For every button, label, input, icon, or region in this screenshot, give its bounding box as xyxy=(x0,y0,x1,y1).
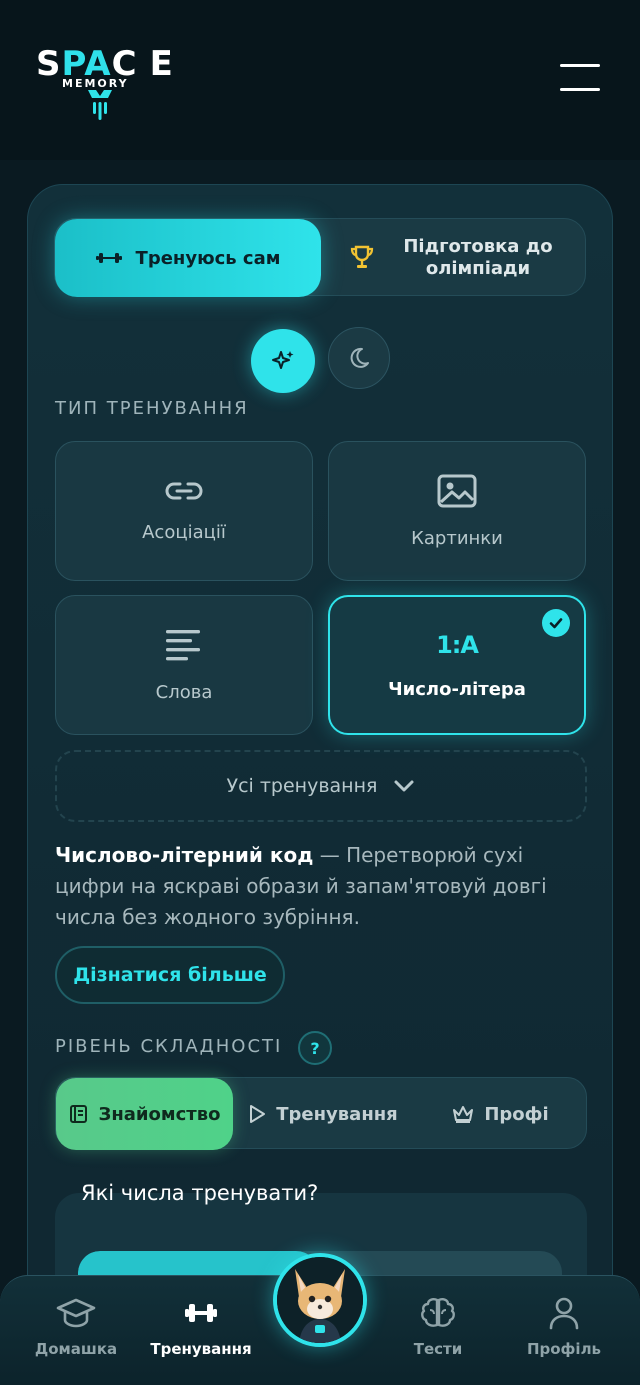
space-memory-logo[interactable]: SPAC E MEMORY xyxy=(36,44,173,124)
description-title: Числово-літерний код xyxy=(55,843,314,867)
mode-self-training-button[interactable]: Тренуюсь сам xyxy=(55,219,321,297)
mascot-fox-avatar-button[interactable] xyxy=(273,1253,367,1347)
training-settings-card: Тренуюсь сам Підготовка до олімпіади ТИП… xyxy=(27,184,613,1353)
difficulty-levels: Знайомство Тренування Профі xyxy=(55,1077,588,1150)
moon-icon xyxy=(350,347,369,368)
tile-associations-label: Асоціації xyxy=(142,521,226,543)
nav-homework-label: Домашка xyxy=(34,1340,118,1358)
hamburger-menu-button[interactable] xyxy=(560,64,602,94)
nav-tests-label: Тести xyxy=(413,1340,463,1358)
nav-item-profile[interactable]: Профіль xyxy=(504,1296,624,1358)
all-trainings-button[interactable]: Усі тренування xyxy=(55,750,587,822)
dumbbell-icon xyxy=(95,253,122,263)
training-description: Числово-літерний код — Перетворюй сухі ц… xyxy=(55,840,575,933)
crown-icon xyxy=(453,1106,474,1123)
mode-self-label: Тренуюсь сам xyxy=(135,247,281,269)
mode-olympiad-button[interactable]: Підготовка до олімпіади xyxy=(321,219,587,297)
user-icon xyxy=(549,1297,579,1330)
dumbbell-icon xyxy=(185,1304,217,1322)
nav-item-homework[interactable]: Домашка xyxy=(16,1296,136,1358)
level-intro-label: Знайомство xyxy=(98,1103,221,1125)
level-pro-button[interactable]: Профі xyxy=(413,1078,588,1150)
difficulty-label: РІВЕНЬ СКЛАДНОСТІ xyxy=(55,1036,283,1057)
chevron-down-icon xyxy=(394,780,414,792)
checkmark-icon xyxy=(542,609,570,637)
theme-light-button[interactable] xyxy=(251,329,315,393)
tile-words-label: Слова xyxy=(155,681,213,703)
nav-profile-label: Профіль xyxy=(526,1340,602,1358)
tile-number-letter[interactable]: 1:A Число-літера xyxy=(328,595,586,735)
brain-icon xyxy=(421,1298,455,1327)
tile-number-letter-label: Число-літера xyxy=(388,678,526,700)
level-pro-label: Профі xyxy=(484,1103,549,1125)
training-type-label: ТИП ТРЕНУВАННЯ xyxy=(55,398,249,419)
theme-dark-button[interactable] xyxy=(328,327,390,389)
help-icon[interactable]: ? xyxy=(298,1031,332,1065)
level-training-button[interactable]: Тренування xyxy=(233,1078,413,1150)
tile-pictures-label: Картинки xyxy=(411,527,503,549)
play-icon xyxy=(250,1105,266,1123)
nav-item-training[interactable]: Тренування xyxy=(141,1296,261,1358)
trophy-icon xyxy=(350,245,374,268)
book-icon xyxy=(69,1105,87,1123)
rocket-icon xyxy=(88,90,112,120)
mode-olympiad-label: Підготовка до олімпіади xyxy=(403,236,553,279)
graduation-cap-icon xyxy=(56,1298,96,1328)
header: SPAC E MEMORY xyxy=(0,0,640,160)
nav-training-label: Тренування xyxy=(150,1340,252,1358)
all-trainings-label: Усі тренування xyxy=(226,775,378,797)
sparkles-icon xyxy=(272,351,294,369)
fox-mascot-icon xyxy=(277,1257,363,1343)
level-training-label: Тренування xyxy=(276,1103,398,1125)
text-lines-icon xyxy=(166,629,200,660)
numbers-title: Які числа тренувати? xyxy=(81,1181,319,1205)
level-intro-button[interactable]: Знайомство xyxy=(56,1078,233,1150)
mode-toggle: Тренуюсь сам Підготовка до олімпіади xyxy=(54,218,587,297)
tile-associations[interactable]: Асоціації xyxy=(55,441,313,581)
number-letter-icon: 1:A xyxy=(436,630,479,659)
image-icon xyxy=(437,474,477,507)
tile-words[interactable]: Слова xyxy=(55,595,313,735)
tile-pictures[interactable]: Картинки xyxy=(328,441,586,581)
learn-more-button[interactable]: Дізнатися більше xyxy=(55,946,285,1004)
nav-item-tests[interactable]: Тести xyxy=(378,1296,498,1358)
link-icon xyxy=(165,482,203,499)
